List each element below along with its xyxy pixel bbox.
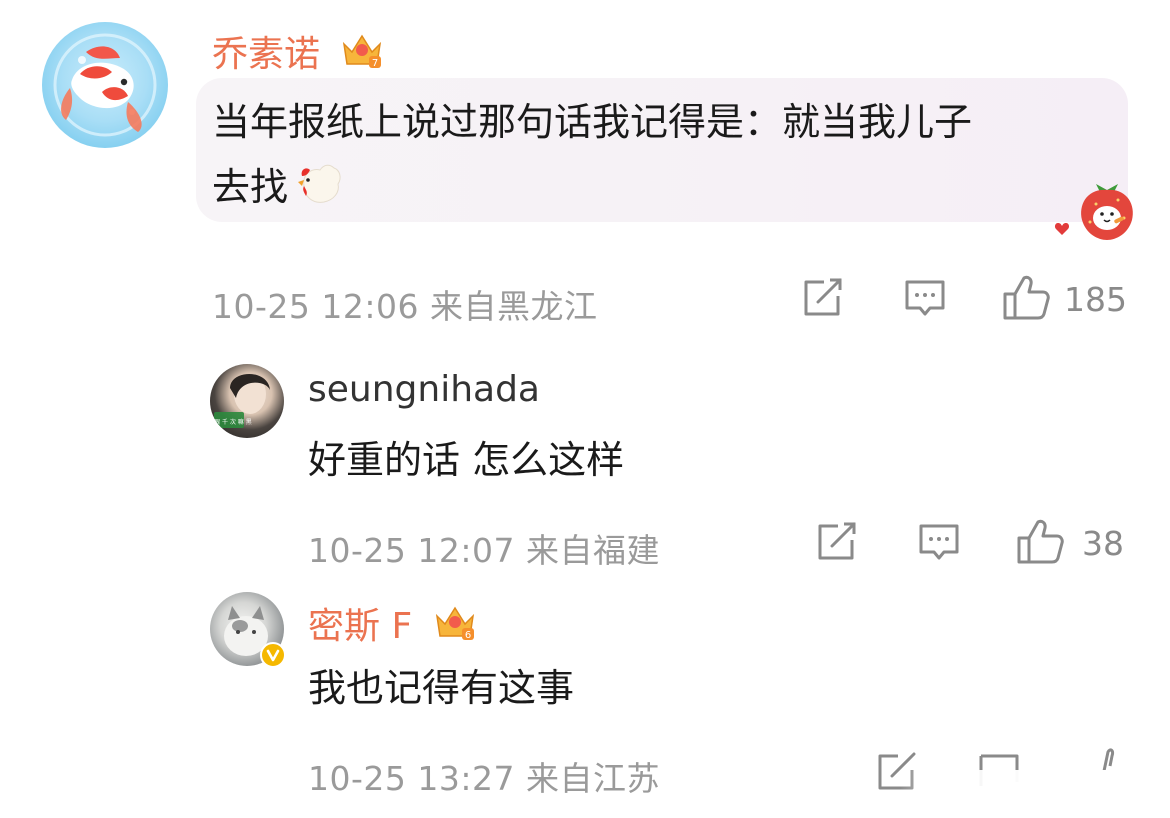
heart-sticker-icon bbox=[1054, 221, 1070, 240]
like-thumb-icon[interactable] bbox=[1002, 274, 1050, 320]
text-fragment: 去找 bbox=[212, 165, 289, 209]
repost-icon[interactable] bbox=[802, 278, 844, 318]
bottom-fade-overlay bbox=[900, 770, 1170, 818]
comment-1-meta: 10-25 12:06 来自黑龙江 bbox=[212, 287, 598, 326]
reply-1-meta: 10-25 12:07 来自福建 bbox=[308, 531, 660, 570]
vip-crown-icon: 6 bbox=[434, 602, 476, 649]
strawberry-sticker-icon bbox=[1074, 178, 1140, 248]
svg-text:7: 7 bbox=[372, 58, 378, 69]
vip-crown-icon: 7 bbox=[341, 30, 383, 77]
reply-2-text: 我也记得有这事 bbox=[308, 666, 575, 710]
reply-1-like-count: 38 bbox=[1082, 524, 1124, 563]
avatar-badge-text: 开 眼 千 次 嘛 黑 bbox=[210, 418, 252, 426]
portrait-photo-icon: 开 眼 千 次 嘛 黑 bbox=[210, 374, 270, 428]
user-avatar-koi[interactable] bbox=[42, 22, 168, 148]
comment-1-like-count: 185 bbox=[1064, 280, 1127, 319]
reply-1-username[interactable]: seungnihada bbox=[308, 372, 540, 408]
reply-1-text: 好重的话 怎么这样 bbox=[308, 438, 625, 482]
like-thumb-icon[interactable] bbox=[1016, 518, 1064, 564]
repost-icon[interactable] bbox=[816, 522, 858, 562]
comment-1-username[interactable]: 乔素诺 7 bbox=[212, 30, 383, 77]
svg-text:6: 6 bbox=[464, 630, 470, 641]
user-avatar-seungnihada[interactable]: 开 眼 千 次 嘛 黑 bbox=[210, 364, 284, 438]
comment-1-text-line1: 当年报纸上说过那句话我记得是：就当我儿子 bbox=[212, 100, 973, 144]
comment-icon[interactable] bbox=[918, 522, 960, 562]
comment-icon[interactable] bbox=[904, 278, 946, 318]
verified-badge-icon bbox=[260, 642, 286, 672]
reply-2-username[interactable]: 密斯 F 6 bbox=[308, 602, 476, 649]
reply-2-meta: 10-25 13:27 来自江苏 bbox=[308, 759, 660, 798]
comment-1-text-line2: 去找 bbox=[212, 156, 346, 225]
chicken-emoji-icon bbox=[294, 156, 346, 225]
username-text[interactable]: 密斯 F bbox=[308, 606, 412, 647]
koi-fish-icon bbox=[53, 33, 157, 137]
username-text[interactable]: 乔素诺 bbox=[212, 34, 320, 75]
